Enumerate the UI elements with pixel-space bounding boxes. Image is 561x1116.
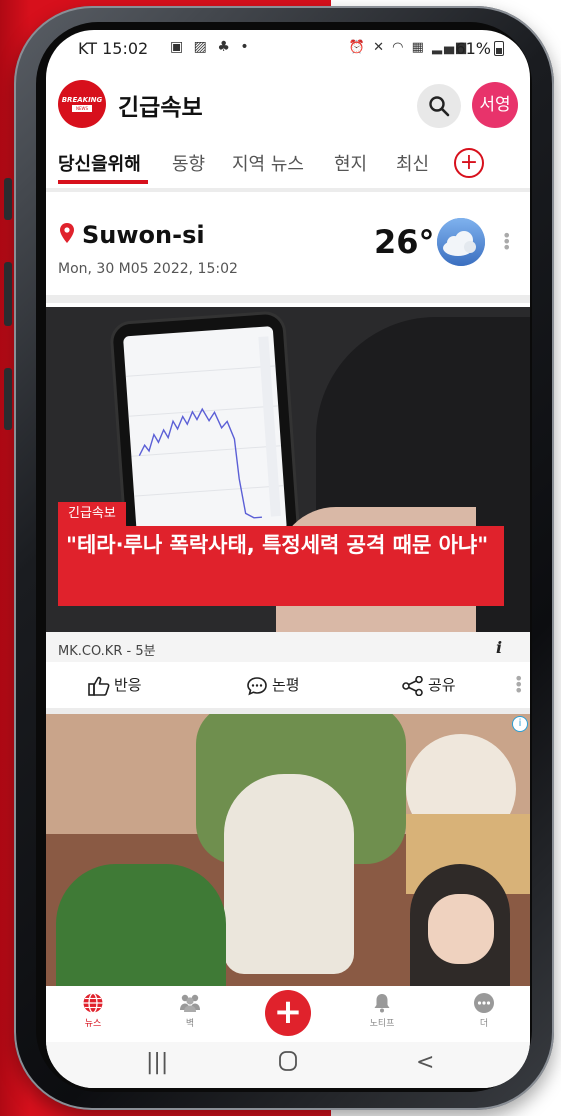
logo-subtext: NEWS bbox=[72, 105, 92, 112]
category-tabs: 당신을위해 동향 지역 뉴스 현지 최신 + bbox=[46, 142, 530, 192]
thumbs-up-icon bbox=[88, 676, 110, 696]
share-button[interactable]: 공유 bbox=[402, 674, 456, 696]
cloud-weather-icon bbox=[437, 218, 485, 266]
comment-button[interactable]: 논평 bbox=[246, 674, 300, 696]
nav-news-label: 뉴스 bbox=[84, 1019, 102, 1029]
react-button[interactable]: 반응 bbox=[88, 674, 142, 696]
phone-screen: KT 15:02 ▣ ▨ ♣ • ⏰ ✕ ◠ ▦ ▂▄▆ 61% BREAKIN… bbox=[46, 30, 530, 1088]
article-age: - 5분 bbox=[122, 644, 156, 659]
image-tablet-screen bbox=[122, 326, 287, 541]
plus-icon: + bbox=[273, 992, 303, 1032]
system-status-icons: ⏰ ✕ ◠ ▦ ▂▄▆ bbox=[348, 40, 468, 55]
article-more-icon[interactable]: • • • bbox=[514, 671, 523, 699]
weather-more-icon[interactable]: • • • bbox=[502, 228, 511, 256]
ad-plant bbox=[56, 864, 226, 986]
article-headline[interactable]: "테라·루나 폭락사태, 특정세력 공격 때문 아냐" bbox=[58, 526, 504, 606]
battery-icon bbox=[494, 41, 504, 56]
ad-image[interactable]: i bbox=[46, 714, 530, 986]
stock-chart-graphic bbox=[125, 336, 284, 519]
back-icon[interactable]: < bbox=[416, 1050, 434, 1075]
plus-icon: + bbox=[459, 150, 479, 175]
comment-icon bbox=[247, 676, 267, 695]
bottom-navigation: 뉴스 벽 + 노티프 더 bbox=[46, 986, 530, 1042]
phone-volume-button bbox=[4, 262, 12, 326]
avatar[interactable]: 서영 bbox=[472, 82, 518, 128]
phone-side-button bbox=[4, 178, 12, 220]
tab-trending[interactable]: 동향 bbox=[172, 150, 205, 176]
weather-city: Suwon-si bbox=[82, 221, 205, 249]
react-label: 반응 bbox=[114, 676, 142, 694]
source-name: MK.CO.KR bbox=[58, 644, 123, 659]
status-carrier-time: KT 15:02 bbox=[78, 39, 149, 58]
search-button[interactable] bbox=[417, 84, 461, 128]
info-icon[interactable]: i bbox=[496, 638, 502, 657]
bell-icon bbox=[374, 994, 390, 1013]
active-tab-indicator bbox=[58, 180, 148, 184]
logo-text: BREAKING bbox=[61, 96, 103, 104]
notification-icons: ▣ ▨ ♣ • bbox=[170, 39, 252, 55]
ad-info-icon[interactable]: i bbox=[512, 716, 528, 732]
app-header: BREAKING NEWS 긴급속보 서영 bbox=[46, 74, 530, 132]
status-bar: KT 15:02 ▣ ▨ ♣ • ⏰ ✕ ◠ ▦ ▂▄▆ 61% bbox=[46, 30, 530, 66]
nav-news[interactable]: 뉴스 bbox=[63, 992, 123, 1029]
phone-volume-button bbox=[4, 368, 12, 430]
system-navigation-bar: ||| < bbox=[46, 1042, 530, 1088]
create-post-button[interactable]: + bbox=[265, 990, 311, 1036]
home-icon bbox=[279, 1051, 297, 1071]
battery-indicator: 61% bbox=[455, 39, 504, 58]
add-tab-button[interactable]: + bbox=[454, 148, 484, 178]
article-source: MK.CO.KR - 5분 bbox=[58, 640, 156, 659]
article-source-row: MK.CO.KR - 5분 i bbox=[46, 632, 530, 662]
nav-wall[interactable]: 벽 bbox=[160, 992, 220, 1029]
ad-child-face bbox=[428, 894, 494, 964]
home-button[interactable] bbox=[278, 1050, 298, 1078]
globe-icon bbox=[83, 992, 103, 1014]
more-icon bbox=[474, 993, 494, 1013]
share-label: 공유 bbox=[428, 676, 456, 694]
weather-temperature: 26° bbox=[374, 223, 435, 261]
battery-percent: 61% bbox=[455, 39, 491, 58]
search-icon bbox=[429, 96, 450, 117]
section-divider bbox=[46, 295, 530, 303]
article-actions: 반응 논평 공유 • • • bbox=[46, 662, 530, 708]
comment-label: 논평 bbox=[272, 676, 300, 694]
weather-card[interactable]: Suwon-si Mon, 30 M05 2022, 15:02 26° • • • bbox=[46, 195, 530, 295]
app-logo: BREAKING NEWS bbox=[58, 80, 106, 128]
location-pin-icon bbox=[60, 223, 74, 243]
nav-notifications[interactable]: 노티프 bbox=[352, 992, 412, 1029]
recents-icon[interactable]: ||| bbox=[146, 1050, 168, 1075]
nav-more-label: 더 bbox=[479, 1019, 489, 1029]
tab-local-news[interactable]: 지역 뉴스 bbox=[232, 150, 304, 176]
tab-local[interactable]: 현지 bbox=[334, 150, 367, 176]
people-icon bbox=[180, 994, 200, 1012]
nav-wall-label: 벽 bbox=[185, 1019, 195, 1029]
share-icon bbox=[402, 675, 423, 696]
ad-person-legs bbox=[224, 774, 354, 974]
weather-date: Mon, 30 M05 2022, 15:02 bbox=[58, 261, 238, 277]
image-tablet bbox=[112, 313, 298, 555]
breaking-tag: 긴급속보 bbox=[58, 502, 126, 526]
tab-for-you[interactable]: 당신을위해 bbox=[58, 150, 141, 176]
nav-notifications-label: 노티프 bbox=[369, 1019, 395, 1029]
tab-latest[interactable]: 최신 bbox=[396, 150, 429, 176]
nav-more[interactable]: 더 bbox=[454, 992, 514, 1029]
app-title: 긴급속보 bbox=[118, 95, 203, 121]
